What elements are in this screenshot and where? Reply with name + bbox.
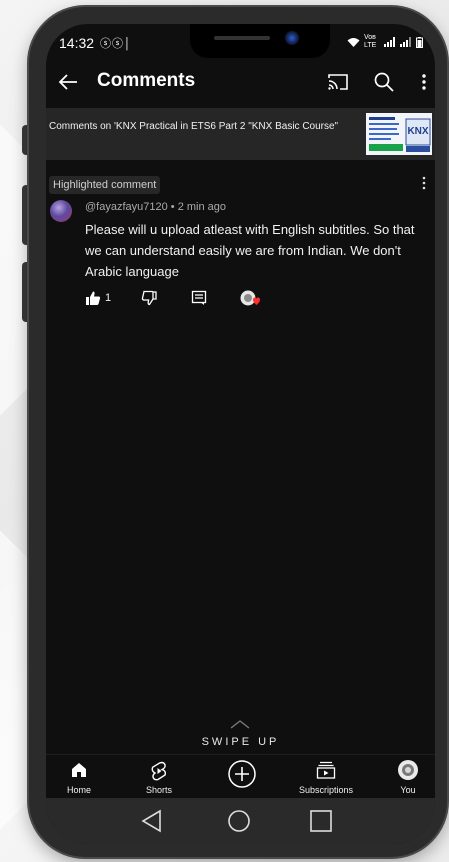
video-thumbnail[interactable]: KNX xyxy=(366,113,432,155)
more-vertical-icon xyxy=(422,176,426,190)
search-button[interactable] xyxy=(372,70,396,94)
highlighted-comment-badge: Highlighted comment xyxy=(49,176,161,194)
nav-you-label: You xyxy=(400,785,416,795)
nav-subscriptions[interactable]: Subscriptions xyxy=(288,755,364,799)
signal-icon xyxy=(400,37,411,47)
triangle-back-icon xyxy=(141,809,161,833)
square-recents-icon xyxy=(310,810,332,832)
knx-thumbnail-image: KNX xyxy=(366,113,432,155)
speaker-grille xyxy=(214,36,270,40)
arrow-left-icon xyxy=(58,74,77,90)
notification-icons: ⓢⓢ│ xyxy=(100,38,132,50)
meta-separator: • xyxy=(170,201,175,213)
shorts-icon xyxy=(151,761,167,781)
wifi-icon xyxy=(347,37,360,47)
comment-body: Please will u upload atleast with Englis… xyxy=(85,222,415,279)
svg-text:KNX: KNX xyxy=(407,126,428,137)
system-recents-button[interactable] xyxy=(306,806,336,836)
reply-comment-icon xyxy=(191,290,207,305)
back-button[interactable] xyxy=(54,68,82,96)
home-icon xyxy=(72,763,86,777)
comment-actions: 1 xyxy=(85,288,285,308)
more-options-button[interactable] xyxy=(416,70,432,94)
system-navigation-bar xyxy=(46,798,435,844)
comment-age: 2 min ago xyxy=(177,201,227,213)
thumbs-down-icon xyxy=(141,290,157,306)
you-avatar-icon xyxy=(398,760,418,780)
system-home-button[interactable] xyxy=(224,806,254,836)
nav-home[interactable]: Home xyxy=(56,755,102,799)
status-right-icons: Voʙ LTE xyxy=(347,34,423,50)
status-time: 14:32 xyxy=(59,35,95,51)
create-button[interactable] xyxy=(222,755,262,799)
search-icon xyxy=(374,72,394,92)
swipe-up-hint[interactable]: SWIPE UP xyxy=(46,736,435,748)
carrier-label: Voʙ LTE xyxy=(364,34,377,49)
phone-screen: 14:32 ⓢⓢ│ Voʙ LTE Comments Comments on '… xyxy=(46,24,435,844)
video-title: Comments on 'KNX Practical in ETS6 Part … xyxy=(49,121,339,132)
front-camera xyxy=(285,31,299,45)
create-plus-icon xyxy=(228,760,256,788)
nav-shorts[interactable]: Shorts xyxy=(136,755,182,799)
cast-button[interactable] xyxy=(326,70,350,94)
dynamic-notch xyxy=(190,24,330,58)
bottom-navigation: Home Shorts Subscriptions You xyxy=(46,754,435,798)
battery-icon xyxy=(416,36,423,48)
creator-heart-badge[interactable] xyxy=(239,288,261,308)
nav-home-label: Home xyxy=(66,785,91,795)
system-back-button[interactable] xyxy=(138,806,168,836)
like-button[interactable]: 1 xyxy=(85,288,111,308)
nav-subscriptions-label: Subscriptions xyxy=(298,785,354,795)
subscriptions-icon xyxy=(316,761,336,779)
comment-author[interactable]: @fayazfayu7120 xyxy=(85,201,168,213)
video-header-row[interactable]: Comments on 'KNX Practical in ETS6 Part … xyxy=(46,108,435,160)
more-vertical-icon xyxy=(422,74,426,90)
swipe-up-chevron-icon xyxy=(230,720,250,729)
creator-heart-icon xyxy=(240,290,260,306)
like-count: 1 xyxy=(105,292,112,304)
app-bar: Comments xyxy=(46,60,435,106)
dislike-button[interactable] xyxy=(141,288,157,308)
signal-icon xyxy=(384,37,395,47)
comment-meta: @fayazfayu7120 • 2 min ago xyxy=(85,201,226,213)
page-title: Comments xyxy=(97,70,196,91)
nav-shorts-label: Shorts xyxy=(145,785,172,795)
nav-you[interactable]: You xyxy=(390,755,426,799)
cast-icon xyxy=(328,74,348,90)
commenter-avatar[interactable] xyxy=(50,200,72,222)
thumbs-up-icon xyxy=(86,291,101,305)
comment-options-button[interactable] xyxy=(419,176,429,192)
reply-button[interactable] xyxy=(191,288,207,308)
circle-home-icon xyxy=(228,810,250,832)
